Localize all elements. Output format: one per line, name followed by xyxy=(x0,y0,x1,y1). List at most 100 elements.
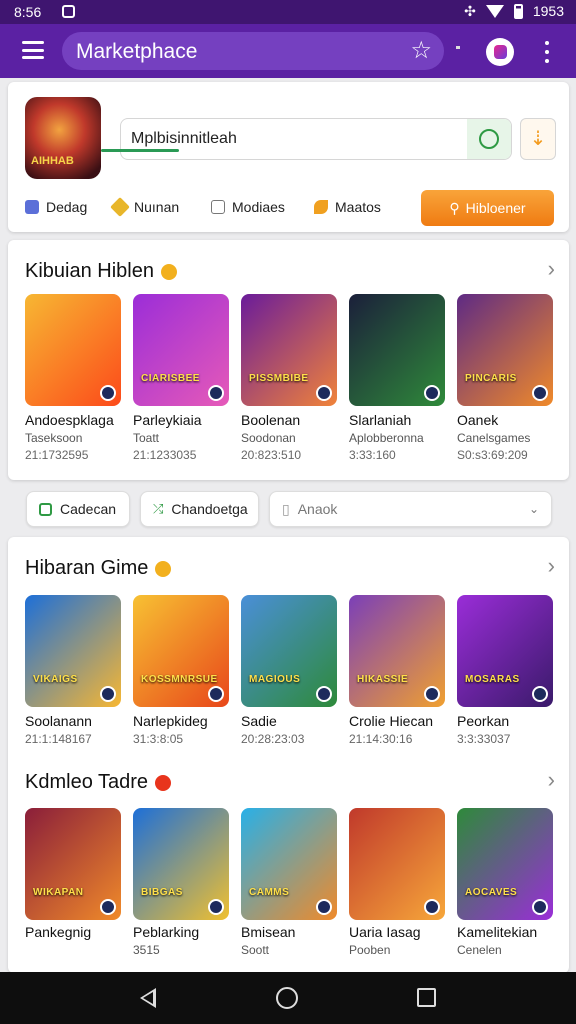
chevron-right-icon[interactable]: › xyxy=(548,767,555,793)
app-name: Parleykiaia xyxy=(133,412,202,428)
section-title: Kibuian Hiblen xyxy=(25,260,177,283)
more-options-icon[interactable] xyxy=(544,41,550,63)
app-tile[interactable] xyxy=(25,294,121,406)
tab-label: Modiaes xyxy=(232,199,285,215)
app-tile[interactable]: CAMMS xyxy=(241,808,337,920)
app-num: 20:823:510 xyxy=(241,448,302,462)
app-tile[interactable]: VIKAIGS xyxy=(25,595,121,707)
chevron-right-icon[interactable]: › xyxy=(548,256,555,282)
app-sub: Canelsgames xyxy=(457,431,531,445)
section-card-1: Kibuian Hiblen › CIARISBEE PISSMBIBE PINCA… xyxy=(8,240,569,480)
app-tile[interactable]: AOCAVES xyxy=(457,808,553,920)
app-meta: Uaria Iasag Pooben xyxy=(349,924,445,957)
confirm-icon[interactable] xyxy=(467,119,511,159)
app-name: Slarlaniah xyxy=(349,412,412,428)
app-sub: Toatt xyxy=(133,431,160,445)
app-sub: Soott xyxy=(241,943,270,957)
chip-label: Cadecan xyxy=(60,501,117,517)
tab-dedag[interactable]: Dedag xyxy=(25,199,87,215)
app-tile[interactable]: KOSSMNRSUE xyxy=(133,595,229,707)
platform-badge-icon xyxy=(208,385,224,401)
divider xyxy=(456,46,460,49)
star-icon[interactable]: ☆ xyxy=(410,36,432,65)
tab-nuinan[interactable]: Nuınan xyxy=(110,197,179,217)
back-icon[interactable] xyxy=(140,988,156,1008)
tile-logo-text: PINCARIS xyxy=(465,373,517,384)
featured-app-icon[interactable] xyxy=(25,97,101,179)
tile-logo-text: HIKASSIE xyxy=(357,674,409,685)
platform-badge-icon xyxy=(316,385,332,401)
tab-label: Maatos xyxy=(335,199,381,215)
app-meta: Oanek Canelsgames S0:s3:69:209 xyxy=(457,412,553,462)
platform-badge-icon xyxy=(100,385,116,401)
tab-label: Dedag xyxy=(46,199,88,215)
hero-search-field[interactable]: Mplbisinnitleah xyxy=(120,118,512,160)
app-tile[interactable]: PINCARIS xyxy=(457,294,553,406)
primary-action-label: Hibloener xyxy=(465,200,526,216)
app-meta: Sadie 20:28:23:03 xyxy=(241,713,337,746)
profile-avatar[interactable] xyxy=(486,38,514,66)
primary-action-button[interactable]: ⚲ Hibloener xyxy=(421,190,554,226)
chevron-down-icon: ⌄ xyxy=(528,502,539,516)
app-name: Uaria Iasag xyxy=(349,924,421,940)
app-meta: Slarlaniah Aplobberonna 3:33:160 xyxy=(349,412,445,462)
app-tile[interactable]: WIKAPAN xyxy=(25,808,121,920)
app-name: Sadie xyxy=(241,713,277,729)
app-tile[interactable]: PISSMBIBE xyxy=(241,294,337,406)
tab-maatos[interactable]: Maatos xyxy=(314,199,381,215)
filter-chip-chandoetga[interactable]: ⤮ Chandoetga xyxy=(140,491,259,527)
app-meta: Kamelitekian Cenelen xyxy=(457,924,553,957)
active-tab-indicator xyxy=(101,149,179,152)
app-name: Bmisean xyxy=(241,924,296,940)
platform-badge-icon xyxy=(532,686,548,702)
app-meta: Pankegnig xyxy=(25,924,121,957)
search-icon: ⚲ xyxy=(449,199,460,216)
app-num: 3:33:160 xyxy=(349,448,396,462)
app-meta: Peblarking 3515 xyxy=(133,924,229,957)
app-tile[interactable]: BIBGAS xyxy=(133,808,229,920)
app-name: Pankegnig xyxy=(25,924,92,940)
tile-logo-text: CIARISBEE xyxy=(141,373,200,384)
checkbox-icon xyxy=(39,502,52,516)
home-icon[interactable] xyxy=(276,987,298,1009)
tile-logo-text: BIBGAS xyxy=(141,887,183,898)
platform-badge-icon xyxy=(424,385,440,401)
app-tile[interactable]: CIARISBEE xyxy=(133,294,229,406)
recents-icon[interactable] xyxy=(417,988,436,1007)
app-search-bar[interactable]: Marketphace ☆ xyxy=(62,32,444,70)
tile-logo-text: MAGIOUS xyxy=(249,674,301,685)
app-bar: Marketphace ☆ xyxy=(0,24,576,78)
menu-icon[interactable] xyxy=(22,41,44,59)
tile-logo-text: WIKAPAN xyxy=(33,887,84,898)
platform-badge-icon xyxy=(532,385,548,401)
tile-logo-text: VIKAIGS xyxy=(33,674,78,685)
app-name: Oanek xyxy=(457,412,499,428)
app-num: 3:3:33037 xyxy=(457,732,511,746)
app-tile[interactable]: MAGIOUS xyxy=(241,595,337,707)
filter-chip-cadecan[interactable]: Cadecan xyxy=(26,491,130,527)
app-sub: Soodonan xyxy=(241,431,296,445)
chevron-right-icon[interactable]: › xyxy=(548,553,555,579)
app-num: 21:1233035 xyxy=(133,448,197,462)
section-title-text: Kdmleo Tadre xyxy=(25,771,149,793)
platform-badge-icon xyxy=(208,686,224,702)
platform-badge-icon xyxy=(100,686,116,702)
app-tile[interactable] xyxy=(349,808,445,920)
app-sub: Pooben xyxy=(349,943,391,957)
app-tile[interactable] xyxy=(349,294,445,406)
download-icon[interactable]: ⇣ xyxy=(520,118,556,160)
section-title: Kdmleo Tadre xyxy=(25,771,172,794)
app-tile[interactable]: MOSARAS xyxy=(457,595,553,707)
app-meta: Crolie Hiecan 21:14:30:16 xyxy=(349,713,445,746)
app-sub: Aplobberonna xyxy=(349,431,424,445)
app-tile[interactable]: HIKASSIE xyxy=(349,595,445,707)
badge-icon xyxy=(160,263,177,280)
app-num: 21:14:30:16 xyxy=(349,732,413,746)
platform-badge-icon xyxy=(316,899,332,915)
status-time: 8:56 xyxy=(14,4,42,20)
filter-select[interactable]: ▯ Anaok ⌄ xyxy=(269,491,552,527)
app-num: 21:1:148167 xyxy=(25,732,92,746)
tab-modiaes[interactable]: Modiaes xyxy=(211,199,285,215)
app-meta: Peorkan 3:3:33037 xyxy=(457,713,553,746)
app-name: Narlepkideg xyxy=(133,713,208,729)
